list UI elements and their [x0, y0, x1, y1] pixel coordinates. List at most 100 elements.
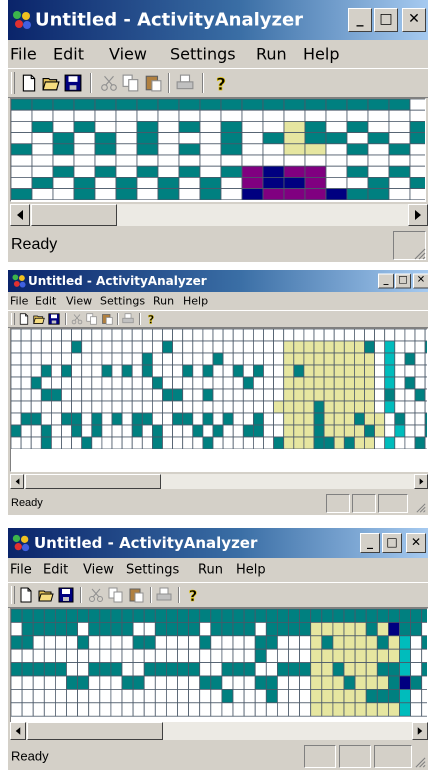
grid-cell[interactable] — [99, 662, 112, 677]
minimize-button[interactable]: _ — [348, 8, 372, 32]
grid-cell[interactable] — [178, 165, 201, 178]
grid-cell[interactable] — [154, 635, 167, 650]
grid-cell[interactable] — [404, 376, 416, 390]
grid-cell[interactable] — [43, 609, 56, 623]
grid-cell[interactable] — [141, 329, 153, 342]
grid-cell[interactable] — [151, 400, 163, 414]
grid-cell[interactable] — [210, 648, 223, 664]
horizontal-scrollbar[interactable] — [10, 474, 428, 489]
grid-cell[interactable] — [51, 388, 62, 402]
grid-cell[interactable] — [299, 621, 312, 637]
grid-cell[interactable] — [303, 424, 315, 438]
grid-cell[interactable] — [374, 352, 386, 366]
grid-cell[interactable] — [263, 424, 275, 438]
grid-cell[interactable] — [192, 400, 204, 414]
grid-cell[interactable] — [323, 424, 335, 438]
grid-cell[interactable] — [232, 689, 245, 704]
grid-cell[interactable] — [11, 188, 33, 200]
grid-cell[interactable] — [199, 188, 222, 200]
grid-cell[interactable] — [262, 143, 285, 156]
grid-cell[interactable] — [232, 436, 244, 449]
grid-cell[interactable] — [263, 376, 275, 390]
grid-cell[interactable] — [243, 675, 256, 690]
grid-cell[interactable] — [71, 364, 83, 378]
grid-cell[interactable] — [143, 675, 156, 690]
grid-cell[interactable] — [131, 436, 143, 449]
grid-cell[interactable] — [232, 675, 245, 690]
grid-cell[interactable] — [71, 424, 83, 438]
grid-cell[interactable] — [262, 132, 285, 145]
grid-cell[interactable] — [212, 436, 224, 449]
grid-cell[interactable] — [303, 329, 315, 342]
grid-cell[interactable] — [110, 635, 123, 650]
grid-cell[interactable] — [172, 376, 184, 390]
grid-cell[interactable] — [11, 165, 33, 178]
grid-cell[interactable] — [387, 609, 400, 623]
grid-cell[interactable] — [276, 648, 289, 664]
grid-cell[interactable] — [88, 662, 101, 677]
grid-cell[interactable] — [242, 364, 254, 378]
grid-cell[interactable] — [20, 340, 32, 354]
scroll-left-button[interactable] — [10, 474, 24, 489]
grid-cell[interactable] — [43, 635, 56, 650]
grid-cell[interactable] — [243, 662, 256, 677]
grid-cell[interactable] — [414, 340, 426, 354]
grid-cell[interactable] — [222, 388, 234, 402]
grid-cell[interactable] — [241, 99, 264, 111]
grid-cell[interactable] — [165, 689, 178, 704]
grid-cell[interactable] — [321, 621, 334, 637]
menu-help[interactable]: Help — [236, 563, 266, 578]
scroll-right-button[interactable] — [408, 204, 428, 226]
grid-cell[interactable] — [364, 388, 376, 402]
grid-cell[interactable] — [346, 154, 369, 167]
close-button[interactable]: ✕ — [413, 273, 428, 289]
grid-cell[interactable] — [399, 635, 412, 650]
grid-cell[interactable] — [141, 388, 153, 402]
grid-cell[interactable] — [11, 424, 22, 438]
grid-cell[interactable] — [252, 340, 264, 354]
grid-cell[interactable] — [387, 648, 400, 664]
grid-cell[interactable] — [421, 621, 428, 637]
grid-cell[interactable] — [111, 436, 123, 449]
grid-cell[interactable] — [221, 635, 234, 650]
grid-cell[interactable] — [20, 424, 32, 438]
grid-cell[interactable] — [157, 99, 180, 111]
grid-cell[interactable] — [31, 109, 54, 122]
grid-cell[interactable] — [30, 376, 42, 390]
grid-cell[interactable] — [31, 165, 54, 178]
grid-cell[interactable] — [367, 143, 390, 156]
grid-cell[interactable] — [132, 689, 145, 704]
grid-cell[interactable] — [131, 340, 143, 354]
grid-cell[interactable] — [188, 648, 201, 664]
grid-cell[interactable] — [52, 143, 75, 156]
grid-cell[interactable] — [353, 340, 365, 354]
grid-cell[interactable] — [310, 621, 323, 637]
grid-cell[interactable] — [11, 99, 33, 111]
grid-cell[interactable] — [222, 329, 234, 342]
grid-cell[interactable] — [143, 609, 156, 623]
grid-cell[interactable] — [263, 340, 275, 354]
grid-cell[interactable] — [136, 154, 159, 167]
grid-cell[interactable] — [31, 154, 54, 167]
grid-cell[interactable] — [265, 609, 278, 623]
menu-file[interactable]: File — [10, 45, 37, 64]
grid-cell[interactable] — [30, 412, 42, 426]
grid-cell[interactable] — [88, 648, 101, 664]
grid-cell[interactable] — [404, 436, 416, 449]
grid-cell[interactable] — [221, 689, 234, 704]
grid-cell[interactable] — [162, 364, 174, 378]
grid-cell[interactable] — [162, 424, 174, 438]
grid-cell[interactable] — [293, 352, 305, 366]
grid-cell[interactable] — [220, 154, 243, 167]
grid-cell[interactable] — [43, 689, 56, 704]
grid-cell[interactable] — [353, 376, 365, 390]
grid-cell[interactable] — [242, 424, 254, 438]
grid-cell[interactable] — [115, 154, 138, 167]
grid-cell[interactable] — [387, 662, 400, 677]
grid-cell[interactable] — [303, 412, 315, 426]
grid-cell[interactable] — [273, 352, 285, 366]
grid-cell[interactable] — [252, 400, 264, 414]
grid-cell[interactable] — [323, 388, 335, 402]
grid-cell[interactable] — [409, 188, 426, 200]
grid-cell[interactable] — [199, 99, 222, 111]
